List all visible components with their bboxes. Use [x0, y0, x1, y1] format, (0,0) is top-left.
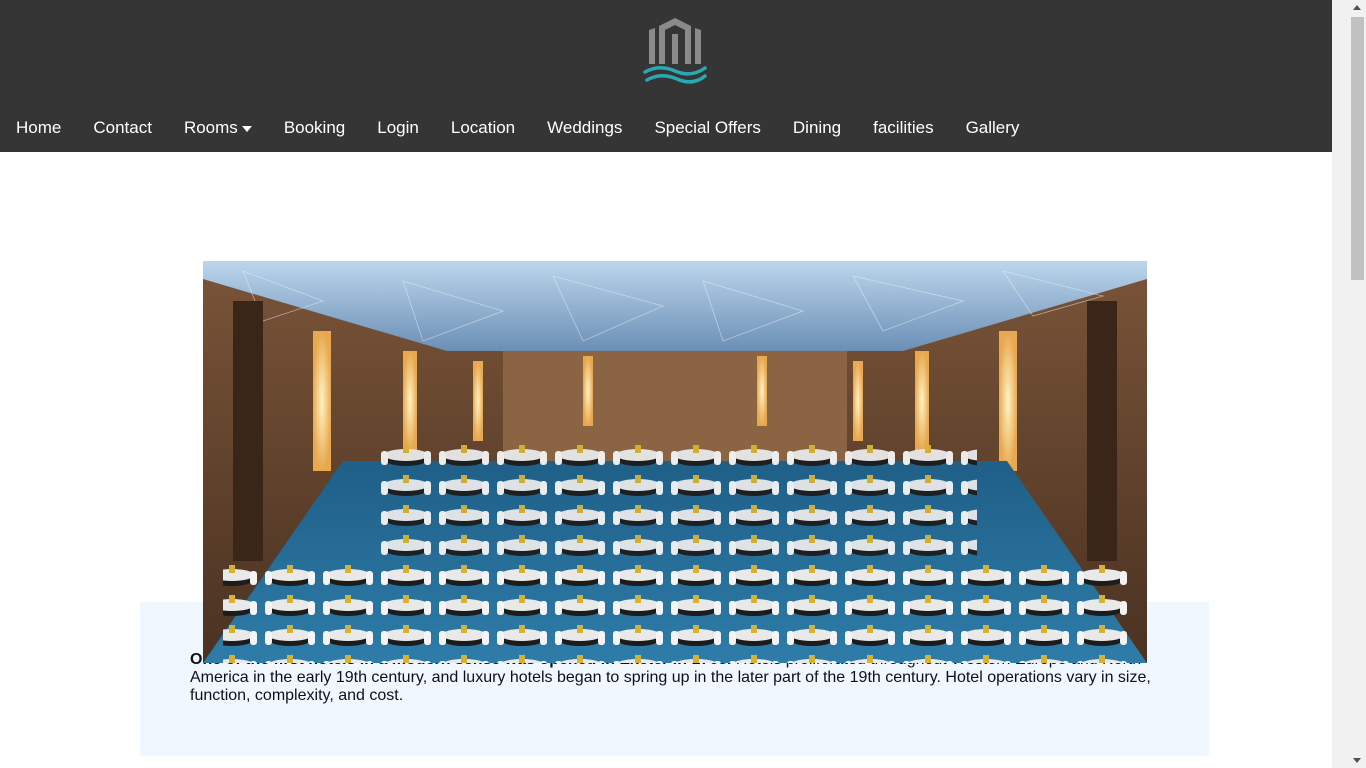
ballroom-photo: [203, 261, 1147, 663]
site-header: Home Contact Rooms Booking Login Locatio…: [0, 0, 1349, 152]
nav-weddings-label: Weddings: [547, 118, 623, 137]
scroll-up-icon[interactable]: [1353, 5, 1361, 10]
nav-weddings[interactable]: Weddings: [531, 108, 638, 148]
caret-down-icon: [241, 126, 252, 132]
ballroom-image: [203, 261, 1147, 663]
nav-special-offers[interactable]: Special Offers: [638, 108, 776, 148]
vertical-scrollbar[interactable]: [1332, 0, 1349, 768]
nav-login-label: Login: [377, 118, 419, 137]
nav-booking-label: Booking: [283, 118, 346, 137]
nav-dining-label: Dining: [792, 118, 842, 137]
nav-home-label: Home: [16, 118, 62, 137]
nav-location-label: Location: [450, 118, 516, 137]
scroll-down-icon[interactable]: [1353, 758, 1361, 763]
page-scrollbar[interactable]: [1349, 0, 1366, 768]
hotel-logo-icon[interactable]: [641, 16, 709, 84]
nav-facilities-label: facilities: [873, 118, 934, 137]
nav-contact[interactable]: Contact: [77, 108, 168, 148]
nav-gallery[interactable]: Gallery: [950, 108, 1036, 148]
nav-facilities[interactable]: facilities: [857, 108, 949, 148]
scroll-thumb[interactable]: [1351, 17, 1364, 280]
nav-home[interactable]: Home: [0, 108, 77, 148]
nav-login[interactable]: Login: [361, 108, 435, 148]
main-nav: Home Contact Rooms Booking Login Locatio…: [0, 108, 1035, 148]
nav-contact-label: Contact: [93, 118, 152, 137]
nav-rooms[interactable]: Rooms: [168, 108, 268, 148]
nav-booking[interactable]: Booking: [268, 108, 361, 148]
nav-location[interactable]: Location: [435, 108, 531, 148]
nav-dining[interactable]: Dining: [777, 108, 857, 148]
nav-special-offers-label: Special Offers: [654, 118, 761, 137]
page: Home Contact Rooms Booking Login Locatio…: [0, 0, 1349, 768]
nav-gallery-label: Gallery: [965, 118, 1020, 137]
nav-rooms-label: Rooms: [183, 118, 238, 137]
